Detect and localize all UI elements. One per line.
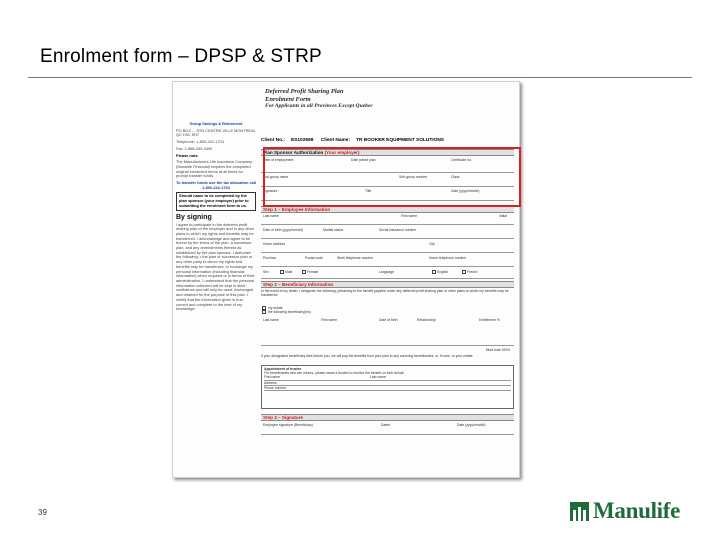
form-left-column: Group Savings & Retirement PO BOX ... ST…: [176, 121, 256, 314]
col-first-name: First name: [321, 318, 338, 322]
field-city: City: [429, 242, 435, 246]
english-checkbox: [432, 270, 436, 275]
manulife-logo-icon: [570, 501, 589, 521]
title-divider: [28, 77, 692, 78]
male-checkbox: [280, 270, 284, 275]
field-dob: Date of birth (yyyy/mm/dd): [263, 228, 303, 232]
english-label: English: [437, 270, 449, 274]
sponsor-box-note: Should name to be completed by the plan …: [176, 192, 256, 211]
step3-bar: Step 3 – Signature: [261, 414, 514, 421]
male-label: Male: [285, 270, 293, 274]
beneficiary-table: Last name First name Date of birth Relat…: [261, 318, 514, 346]
by-signing-heading: By signing: [176, 213, 212, 221]
signature-row: Employee signature (Beneficiary) Dated D…: [261, 423, 514, 435]
field-initial: Initial: [499, 214, 507, 218]
french-option: French: [461, 270, 478, 275]
trustee-first-name: First name: [264, 375, 281, 380]
field-sex: Sex: [263, 270, 269, 274]
must-total: Must total 100%: [485, 348, 510, 352]
client-name-value: TR BOOKER EQUIPMENT SOLUTIONS: [356, 138, 445, 143]
field-signature-date: Date (yyyy/mm/dd): [457, 423, 486, 427]
beneficiary-options: my estate the following beneficiary(ies): [261, 306, 514, 315]
signing-text: I agree to participate in the deferred p…: [176, 221, 255, 312]
french-label: French: [467, 270, 478, 274]
employee-row-5: Sex Male Female Language English French: [261, 270, 514, 279]
beneficiaries-checkbox: [262, 310, 266, 315]
field-first-name: First name: [401, 214, 418, 218]
field-province: Province: [263, 256, 277, 260]
field-last-name: Last name: [263, 214, 279, 218]
client-no-value: ES102598: [290, 138, 314, 143]
enrolment-form-image: Deferred Profit Sharing Plan Enrolment F…: [172, 81, 520, 478]
form-heading-provinces: For Applicants in all Provinces Except Q…: [265, 103, 373, 109]
client-name-label: Client Name:: [320, 138, 351, 143]
fax: Fax: 1-866-430-4400: [176, 145, 213, 151]
form-heading-form: Enrolment Form: [265, 95, 311, 103]
revocable-note: If your designated beneficiary dies befo…: [261, 354, 474, 358]
page-number: 39: [38, 508, 47, 517]
group-savings-label: Group Savings & Retirement: [189, 121, 243, 126]
step2-bar: Step 2 – Beneficiary Information: [261, 281, 514, 288]
english-option: English: [431, 270, 449, 275]
employee-row-1: Last name First name Initial: [261, 214, 514, 225]
transfer-funds-note: To transfer funds use the tax allocation…: [176, 180, 256, 190]
field-postal: Postal code: [305, 256, 323, 260]
manulife-logo-text: Manulife: [593, 498, 681, 523]
form-heading-plan: Deferred Profit Sharing Plan: [265, 88, 344, 95]
col-entitlement: Entitlement %: [479, 318, 500, 322]
trustee-phone: Phone number: [264, 386, 511, 392]
field-employee-signature: Employee signature (Beneficiary): [263, 423, 313, 427]
field-marital: Marital status: [323, 228, 344, 232]
mailing-address: PO BOX ... STN CENTRE-VILLE MONTREAL QC …: [176, 127, 256, 138]
field-work-phone: Work telephone number: [337, 256, 374, 260]
slide-title: Enrolment form – DPSP & STRP: [40, 46, 322, 67]
trustee-last-name: Last name: [370, 375, 386, 380]
step1-bar: Step 1 – Employee Information: [261, 206, 514, 213]
french-checkbox: [462, 270, 466, 275]
field-home-address: Home address: [263, 242, 286, 246]
beneficiary-intro: In the event of my death, I designate th…: [261, 289, 509, 298]
field-dated: Dated: [381, 423, 391, 427]
client-no-label: Client No.:: [261, 138, 285, 143]
step3-title: Step 3 – Signature: [263, 415, 304, 420]
client-info: Client No.: ES102598 Client Name: TR BOOKE…: [261, 138, 450, 143]
field-language: Language: [379, 270, 395, 274]
field-home-phone: Home telephone number: [429, 256, 467, 260]
telephone: Telephone: 1-800-242-1704: [176, 139, 224, 145]
field-sin: Social insurance number: [379, 228, 417, 232]
form-heading: Deferred Profit Sharing Plan Enrolment F…: [265, 88, 373, 111]
step2-title: Step 2 – Beneficiary Information: [263, 282, 334, 287]
col-last-name: Last name: [263, 318, 279, 322]
col-dob: Date of birth: [379, 318, 398, 322]
highlight-box: [263, 147, 521, 207]
female-option: Female: [301, 270, 319, 275]
male-option: Male: [279, 270, 293, 275]
please-note: Please note.: [176, 152, 199, 158]
step1-title: Step 1 – Employee Information: [263, 207, 331, 212]
note-text: The Manufacturers Life Insurance Company…: [176, 159, 252, 179]
employee-row-4: Province Postal code Work telephone numb…: [261, 256, 514, 267]
female-checkbox: [302, 270, 306, 275]
col-relationship: Relationship: [417, 318, 436, 322]
employee-row-2: Date of birth (yyyy/mm/dd) Marital statu…: [261, 228, 514, 239]
trustee-box: Appointment of trustee For beneficiaries…: [261, 365, 514, 409]
beneficiaries-label: the following beneficiary(ies): [267, 310, 311, 315]
female-label: Female: [307, 270, 319, 274]
employee-row-3: Home address City: [261, 242, 514, 253]
manulife-logo: Manulife: [570, 498, 681, 523]
